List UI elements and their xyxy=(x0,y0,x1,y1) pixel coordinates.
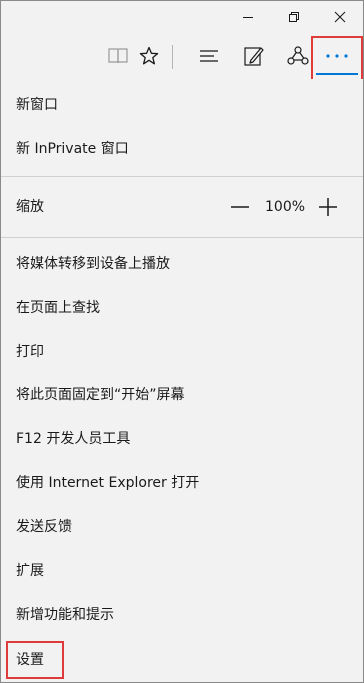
menu-divider xyxy=(1,237,363,238)
zoom-out-button[interactable] xyxy=(229,196,251,218)
menu-item-find-on-page[interactable]: 在页面上查找 xyxy=(16,298,100,318)
reading-view-icon xyxy=(108,48,128,64)
web-note-icon xyxy=(244,47,264,66)
favorite-button[interactable] xyxy=(135,33,163,79)
minimize-button[interactable] xyxy=(225,1,271,33)
more-button-highlight xyxy=(311,36,363,81)
reading-view-button[interactable] xyxy=(101,33,135,79)
browser-toolbar xyxy=(1,33,363,81)
menu-item-f12-dev-tools[interactable]: F12 开发人员工具 xyxy=(16,429,130,449)
minus-icon xyxy=(231,206,249,208)
menu-item-send-feedback[interactable]: 发送反馈 xyxy=(16,517,72,537)
hub-button[interactable] xyxy=(194,33,224,79)
hub-icon xyxy=(200,50,218,62)
favorite-star-icon xyxy=(139,46,159,65)
close-icon xyxy=(334,11,346,23)
title-bar xyxy=(1,1,363,33)
menu-item-pin-to-start[interactable]: 将此页面固定到“开始”屏幕 xyxy=(16,385,185,405)
menu-item-open-with-ie[interactable]: 使用 Internet Explorer 打开 xyxy=(16,473,199,493)
more-actions-menu: 新窗口 新 InPrivate 窗口 缩放 100% 将媒体转移到设备上播放 在… xyxy=(1,79,363,682)
menu-item-extensions[interactable]: 扩展 xyxy=(16,561,44,581)
share-button[interactable] xyxy=(283,33,313,79)
toolbar-divider xyxy=(172,45,173,69)
restore-icon xyxy=(289,12,299,22)
menu-item-whats-new[interactable]: 新增功能和提示 xyxy=(16,605,114,625)
zoom-in-button[interactable] xyxy=(317,196,339,218)
zoom-level-value: 100% xyxy=(265,199,306,215)
menu-item-cast-media[interactable]: 将媒体转移到设备上播放 xyxy=(16,254,170,274)
menu-divider xyxy=(1,176,363,177)
plus-icon xyxy=(319,198,337,216)
restore-button[interactable] xyxy=(271,1,317,33)
share-icon xyxy=(287,46,309,65)
minimize-icon xyxy=(243,17,253,18)
browser-window: 新窗口 新 InPrivate 窗口 缩放 100% 将媒体转移到设备上播放 在… xyxy=(0,0,364,683)
close-button[interactable] xyxy=(317,1,363,33)
web-note-button[interactable] xyxy=(239,33,269,79)
menu-item-new-window[interactable]: 新窗口 xyxy=(16,95,58,115)
menu-item-new-inprivate-window[interactable]: 新 InPrivate 窗口 xyxy=(16,139,129,159)
settings-highlight xyxy=(6,641,64,679)
menu-item-print[interactable]: 打印 xyxy=(16,342,44,362)
menu-item-zoom-label: 缩放 xyxy=(16,199,44,215)
